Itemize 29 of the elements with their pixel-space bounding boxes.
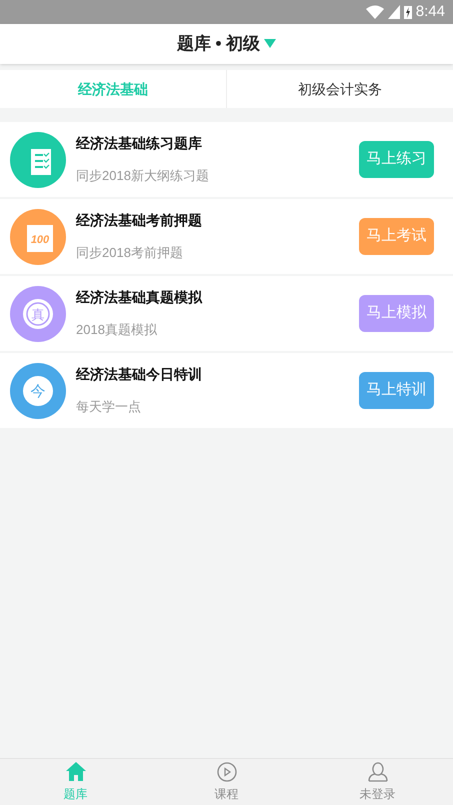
item-subtitle: 每天学一点 [76,398,142,416]
item-subtitle: 同步2018考前押题 [76,244,184,262]
item-title: 经济法基础今日特训 [76,365,203,384]
item-title: 经济法基础考前押题 [76,211,203,230]
play-icon [216,761,238,782]
battery-icon [404,5,412,19]
score-icon: 100 [10,208,66,264]
tab[interactable]: 经济法基础 [0,70,226,108]
action-button[interactable]: 马上特训 [359,372,434,409]
tab[interactable]: 初级会计实务 [226,70,453,108]
nav-tab[interactable]: 题库 [0,759,151,805]
badge-icon: 今 [10,362,66,418]
signal-icon [388,5,400,19]
stamp-icon: 真 [10,286,66,342]
wifi-icon [366,5,384,19]
action-button[interactable]: 马上练习 [359,141,434,178]
user-icon [366,761,388,782]
action-button[interactable]: 马上考试 [359,218,434,255]
clock-time: 8:44 [416,2,445,22]
item-title: 经济法基础真题模拟 [76,288,204,308]
nav-tab[interactable]: 课程 [151,759,302,805]
item-subtitle: 同步2018新大纲练习题 [76,167,210,186]
caret-icon [264,39,276,49]
home-icon [64,761,86,782]
page-title: 题库 • 初级 [176,33,260,56]
nav-tab[interactable]: 未登录 [302,759,453,805]
item-subtitle: 2018真题模拟 [76,321,158,340]
action-button[interactable]: 马上模拟 [359,295,434,332]
item-title: 经济法基础练习题库 [76,134,203,154]
